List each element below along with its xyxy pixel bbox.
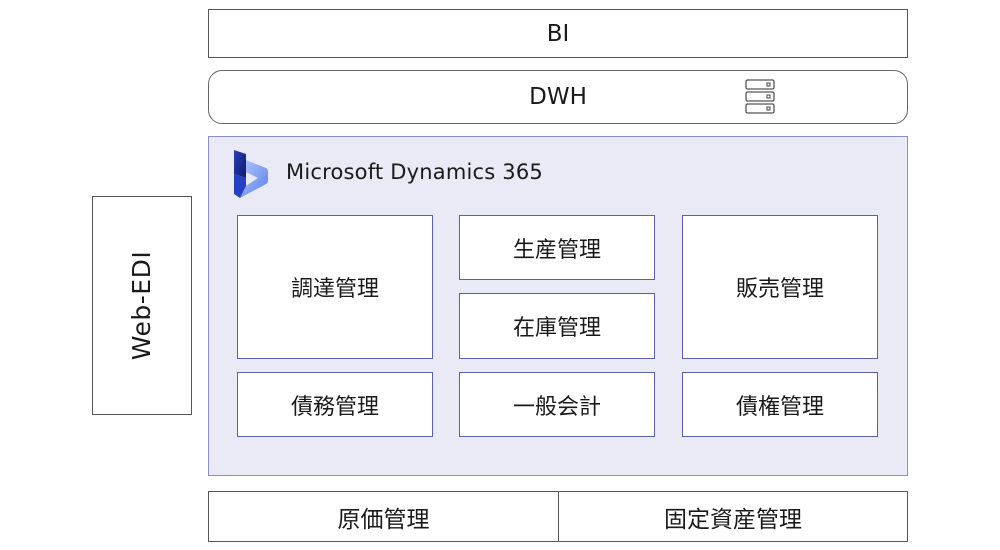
- module-receivable-label: 債権管理: [735, 394, 824, 420]
- cost-management-box: 原価管理: [208, 491, 559, 542]
- module-procurement: 調達管理: [237, 215, 433, 359]
- module-procurement-label: 調達管理: [290, 277, 379, 302]
- bi-label: BI: [546, 20, 570, 47]
- module-payable-label: 債務管理: [290, 394, 379, 420]
- module-production-label: 生産管理: [512, 237, 601, 263]
- bi-box: BI: [208, 9, 908, 58]
- module-general-ledger: 一般会計: [459, 372, 655, 437]
- module-inventory-label: 在庫管理: [512, 316, 601, 341]
- module-sales: 販売管理: [682, 215, 878, 359]
- fixed-asset-management-label: 固定資産管理: [664, 506, 802, 533]
- module-production: 生産管理: [459, 215, 655, 280]
- module-general-ledger-label: 一般会計: [512, 394, 601, 420]
- web-edi-label: Web-EDI: [127, 250, 157, 361]
- dwh-box: DWH: [208, 70, 908, 124]
- dwh-label: DWH: [529, 84, 587, 110]
- server-icon: [745, 79, 775, 114]
- web-edi-box: Web-EDI: [92, 196, 192, 415]
- module-sales-label: 販売管理: [735, 277, 824, 302]
- cost-management-label: 原価管理: [337, 506, 430, 533]
- fixed-asset-management-box: 固定資産管理: [558, 491, 908, 542]
- module-receivable: 債権管理: [682, 372, 878, 437]
- dynamics-365-title: Microsoft Dynamics 365: [286, 160, 543, 184]
- dynamics-365-logo-icon: [234, 150, 268, 198]
- module-payable: 債務管理: [237, 372, 433, 437]
- module-inventory: 在庫管理: [459, 293, 655, 359]
